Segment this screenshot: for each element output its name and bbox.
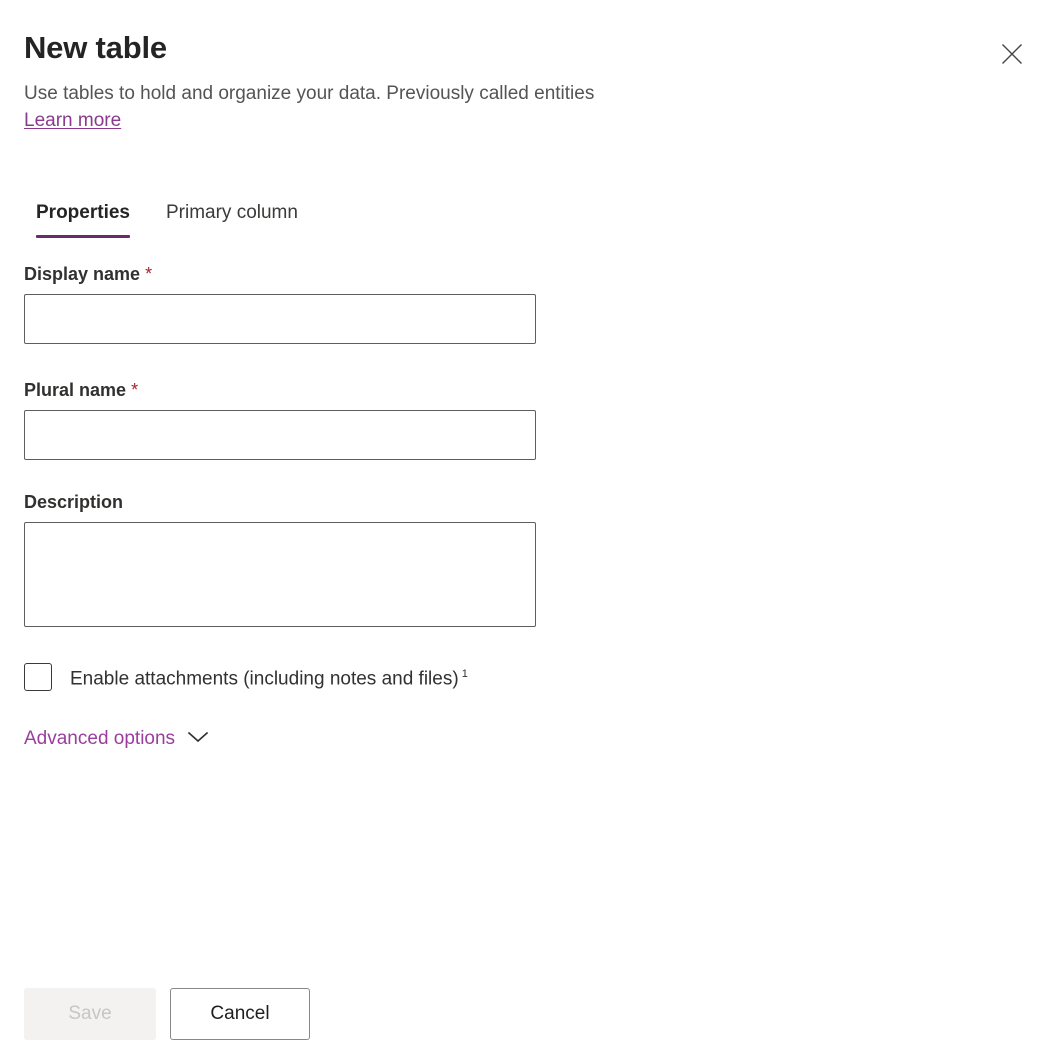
description-field: Description — [24, 490, 536, 627]
page-title: New table — [24, 28, 1026, 68]
dialog-subtitle: Use tables to hold and organize your dat… — [24, 80, 1026, 107]
tab-properties[interactable]: Properties — [24, 196, 142, 238]
tab-primary-column[interactable]: Primary column — [154, 196, 310, 238]
cancel-button[interactable]: Cancel — [170, 988, 310, 1040]
dialog-footer: Save Cancel — [24, 988, 310, 1040]
enable-attachments-label: Enable attachments (including notes and … — [70, 661, 468, 692]
spacer — [24, 460, 536, 490]
advanced-options-label: Advanced options — [24, 726, 175, 752]
new-table-dialog: New table Use tables to hold and organiz… — [0, 0, 1050, 1047]
close-button[interactable] — [992, 34, 1032, 74]
required-asterisk: * — [145, 264, 152, 284]
learn-more-link[interactable]: Learn more — [24, 108, 121, 134]
description-input[interactable] — [24, 522, 536, 627]
chevron-down-icon — [187, 730, 209, 749]
enable-attachments-label-text: Enable attachments (including notes and … — [70, 668, 459, 689]
plural-name-label-text: Plural name — [24, 380, 126, 400]
plural-name-input[interactable] — [24, 410, 536, 460]
display-name-label-text: Display name — [24, 264, 140, 284]
plural-name-field: Plural name * — [24, 378, 536, 460]
description-label: Description — [24, 490, 536, 514]
display-name-input[interactable] — [24, 294, 536, 344]
display-name-label: Display name * — [24, 262, 536, 286]
properties-form: Display name * Plural name * Description… — [24, 262, 536, 752]
plural-name-label: Plural name * — [24, 378, 536, 402]
save-button[interactable]: Save — [24, 988, 156, 1040]
footnote-marker: 1 — [462, 668, 468, 680]
enable-attachments-checkbox[interactable]: Enable attachments (including notes and … — [24, 661, 468, 692]
advanced-options-toggle[interactable]: Advanced options — [24, 726, 209, 752]
tab-list: Properties Primary column — [24, 196, 310, 238]
spacer — [24, 344, 536, 378]
required-asterisk: * — [131, 380, 138, 400]
close-icon — [1000, 42, 1024, 66]
checkbox-box-icon[interactable] — [24, 663, 52, 691]
dialog-header: New table Use tables to hold and organiz… — [24, 28, 1026, 134]
display-name-field: Display name * — [24, 262, 536, 344]
